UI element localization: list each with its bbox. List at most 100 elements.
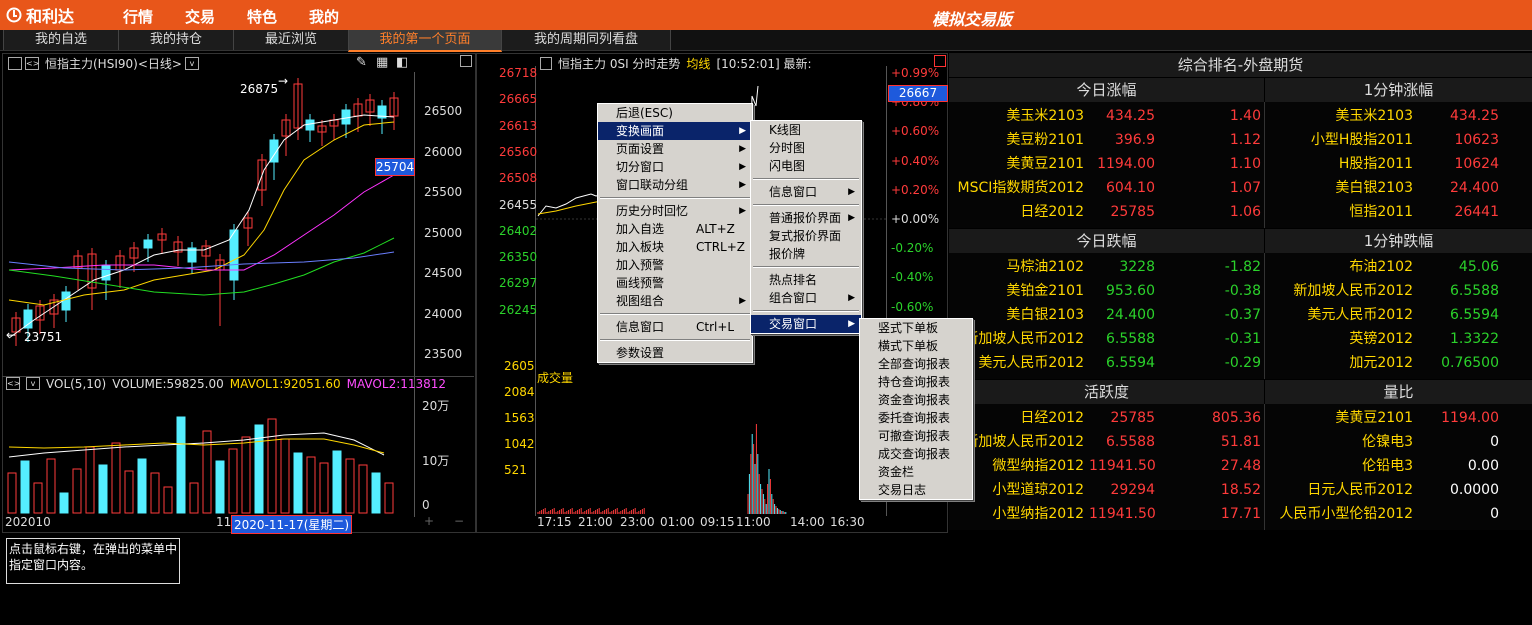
- ranking-name[interactable]: 美玉米2103: [949, 104, 1084, 128]
- menu-item[interactable]: 复式报价界面: [751, 227, 861, 245]
- menu-item[interactable]: 切分窗口 ▶: [598, 158, 752, 176]
- nav-market[interactable]: 行情: [123, 6, 153, 27]
- ranking-name[interactable]: 日经2012: [949, 200, 1084, 224]
- ranking-name[interactable]: 美铂金2101: [949, 279, 1084, 303]
- menu-item[interactable]: 交易日志: [860, 481, 972, 499]
- ranking-value: 434.25: [1450, 108, 1499, 124]
- menu-item[interactable]: 持仓查询报表: [860, 373, 972, 391]
- ranking-name[interactable]: MSCI指数期货2012: [949, 176, 1085, 200]
- vol-tick: 2605: [504, 359, 535, 373]
- menu-item[interactable]: 变换画面 ▶: [598, 122, 752, 140]
- menu-item[interactable]: 信息窗口 Ctrl+L: [598, 318, 752, 336]
- menu-item[interactable]: 页面设置 ▶: [598, 140, 752, 158]
- ranking-name[interactable]: 布油2102: [1265, 255, 1413, 279]
- menu-item[interactable]: 热点排名: [751, 271, 861, 289]
- ranking-price: 25785: [1110, 204, 1155, 220]
- ranking-name[interactable]: 日元人民币2012: [1265, 478, 1413, 502]
- menu-item[interactable]: 后退(ESC): [598, 104, 752, 122]
- ranking-name[interactable]: 美玉米2103: [1265, 104, 1413, 128]
- tab-positions[interactable]: 我的持仓: [118, 30, 234, 50]
- logo-icon: [6, 7, 22, 23]
- menu-item[interactable]: 资金栏: [860, 463, 972, 481]
- arrows-icon[interactable]: <>: [6, 377, 20, 390]
- zoom-in-button[interactable]: +: [424, 514, 434, 528]
- tab-period-compare[interactable]: 我的周期同列看盘: [501, 30, 671, 50]
- arrow-left-icon: ←: [6, 328, 17, 342]
- kline-chart[interactable]: [4, 70, 414, 370]
- tab-first-page[interactable]: 我的第一个页面: [348, 30, 502, 52]
- ranking-name[interactable]: 小型纳指2012: [949, 502, 1084, 526]
- ranking-name[interactable]: 新加坡人民币2012: [1265, 279, 1413, 303]
- ranking-price: 6.5588: [1106, 331, 1155, 347]
- menu-item[interactable]: 普通报价界面 ▶: [751, 209, 861, 227]
- window-icon[interactable]: ◧: [396, 55, 408, 70]
- menu-item[interactable]: 委托查询报表: [860, 409, 972, 427]
- menu-item[interactable]: 参数设置: [598, 344, 752, 362]
- time-tick: 16:30: [830, 515, 865, 529]
- volume-bar: [163, 486, 173, 514]
- menu-item[interactable]: 组合窗口 ▶: [751, 289, 861, 307]
- intraday-price-tag: 26667: [888, 85, 948, 102]
- menu-item-label: 参数设置: [616, 346, 665, 360]
- ranking-name[interactable]: 加元2012: [1265, 351, 1413, 375]
- menu-item[interactable]: 加入自选 ALT+Z: [598, 220, 752, 238]
- candle: [305, 119, 315, 131]
- menu-item[interactable]: 分时图: [751, 139, 861, 157]
- ranking-name[interactable]: 伦铅电3: [1265, 454, 1413, 478]
- volume-bar: [228, 448, 238, 514]
- ranking-name[interactable]: 美黄豆2101: [1265, 406, 1413, 430]
- ranking-name[interactable]: 美白银2103: [1265, 176, 1413, 200]
- menu-item[interactable]: 资金查询报表: [860, 391, 972, 409]
- ranking-section-title: 今日跌幅: [949, 229, 1264, 253]
- ranking-name[interactable]: 人民币小型伦铅2012: [1265, 502, 1413, 526]
- chevron-down-icon[interactable]: v: [184, 57, 199, 70]
- ranking-name[interactable]: 恒指2011: [1265, 200, 1413, 224]
- menu-item[interactable]: 成交查询报表: [860, 445, 972, 463]
- menu-item[interactable]: 全部查询报表: [860, 355, 972, 373]
- ranking-price: 953.60: [1106, 283, 1155, 299]
- menu-item[interactable]: 竖式下单板: [860, 319, 972, 337]
- panel-icon[interactable]: [8, 57, 22, 70]
- menu-item[interactable]: 历史分时回忆 ▶: [598, 202, 752, 220]
- ranking-name[interactable]: 小型H股指2011: [1265, 128, 1413, 152]
- chevron-down-icon[interactable]: v: [26, 377, 40, 390]
- ranking-name[interactable]: 美元人民币2012: [1265, 303, 1413, 327]
- nav-features[interactable]: 特色: [247, 6, 277, 27]
- ranking-section-title: 今日涨幅: [949, 78, 1264, 102]
- vtick-2: 0: [422, 498, 430, 512]
- submenu-switch-view[interactable]: K线图 分时图 闪电图信息窗口 ▶ 普通报价界面 ▶ 复式报价界面报价牌热点排名 组合窗口 ▶ 交…: [750, 120, 862, 334]
- ranking-name[interactable]: 美豆粉2101: [949, 128, 1084, 152]
- menu-item[interactable]: 交易窗口 ▶: [751, 315, 861, 333]
- app-logo[interactable]: 和利达: [6, 5, 74, 26]
- ranking-value: 26441: [1454, 204, 1499, 220]
- menu-item[interactable]: 信息窗口 ▶: [751, 183, 861, 201]
- nav-trade[interactable]: 交易: [185, 6, 215, 27]
- ranking-name[interactable]: 美黄豆2101: [949, 152, 1084, 176]
- ranking-name[interactable]: 马棕油2102: [949, 255, 1084, 279]
- ranking-name[interactable]: 英镑2012: [1265, 327, 1413, 351]
- nav-mine[interactable]: 我的: [309, 6, 339, 27]
- menu-item-label: 报价牌: [769, 247, 806, 261]
- ranking-name[interactable]: 伦镍电3: [1265, 430, 1413, 454]
- submenu-trade-window[interactable]: 竖式下单板 横式下单板 全部查询报表 持仓查询报表 资金查询报表 委托查询报表 可撤查询报表…: [859, 318, 973, 500]
- zoom-out-button[interactable]: −: [454, 514, 464, 528]
- ranking-name[interactable]: H股指2011: [1265, 152, 1413, 176]
- menu-item[interactable]: 窗口联动分组 ▶: [598, 176, 752, 194]
- menu-item[interactable]: 可撤查询报表: [860, 427, 972, 445]
- tab-watchlist[interactable]: 我的自选: [3, 30, 119, 50]
- context-menu[interactable]: 后退(ESC) 变换画面 ▶ 页面设置 ▶ 切分窗口 ▶ 窗口联动分组 ▶ 历史分时回忆 ▶ 加入自选…: [597, 103, 753, 363]
- menu-item[interactable]: 视图组合 ▶: [598, 292, 752, 310]
- pencil-icon[interactable]: ✎: [356, 55, 367, 70]
- menu-item[interactable]: 报价牌: [751, 245, 861, 263]
- menu-item[interactable]: 闪电图: [751, 157, 861, 175]
- arrows-icon[interactable]: <>: [25, 57, 39, 70]
- tab-recent[interactable]: 最近浏览: [233, 30, 349, 50]
- menu-item[interactable]: 横式下单板: [860, 337, 972, 355]
- grid-icon[interactable]: ▦: [376, 55, 388, 70]
- menu-item[interactable]: K线图: [751, 121, 861, 139]
- menu-item[interactable]: 加入预警: [598, 256, 752, 274]
- menu-item[interactable]: 画线预警: [598, 274, 752, 292]
- maximize-icon[interactable]: [460, 55, 472, 67]
- kline-axis-line: [414, 72, 415, 517]
- menu-item[interactable]: 加入板块 CTRL+Z: [598, 238, 752, 256]
